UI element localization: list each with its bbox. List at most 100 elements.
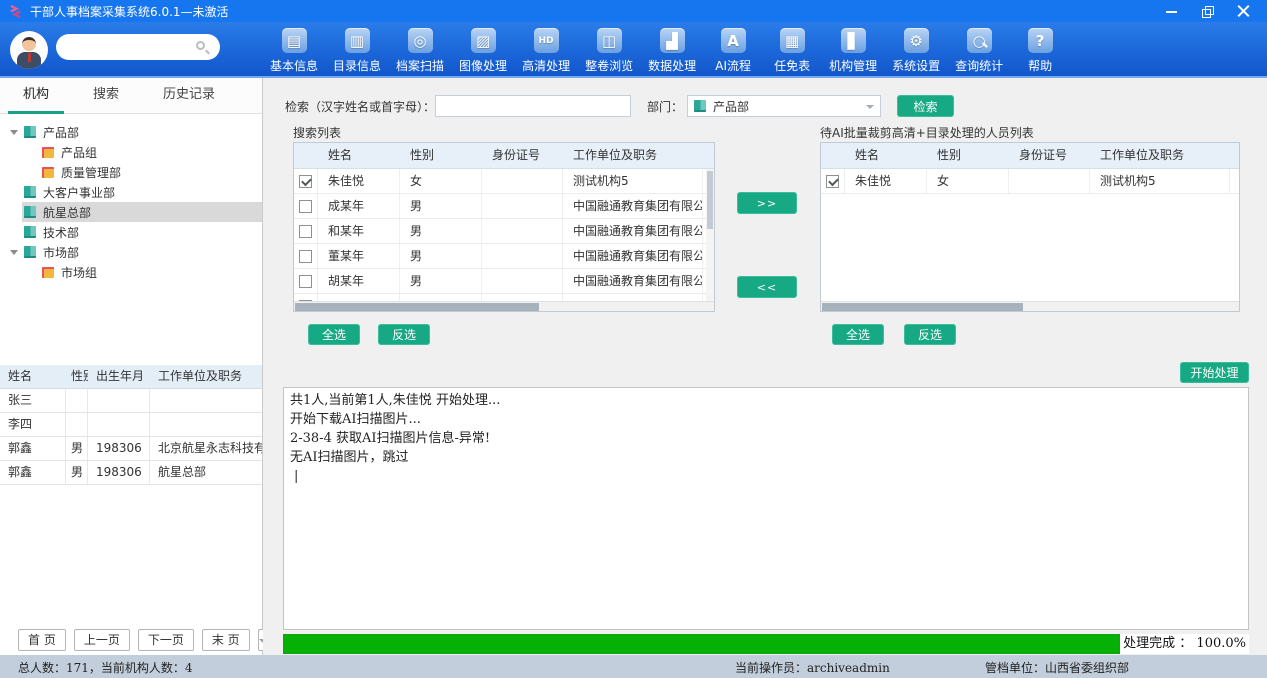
- table-header-row: 姓名 性别 身份证号 工作单位及职务 民族: [821, 143, 1240, 169]
- table-row[interactable]: 成某年 男 中国融通教育集团有限公司 汉族: [294, 194, 715, 219]
- toolbar-item-query-statistics[interactable]: ○ 查询统计: [953, 24, 1005, 78]
- left-select-all-button[interactable]: 全选: [308, 324, 360, 345]
- department-dropdown[interactable]: 产品部: [687, 95, 881, 117]
- log-output[interactable]: 共1人,当前第1人,朱佳悦 开始处理... 开始下载AI扫描图片... 2-38…: [283, 387, 1249, 630]
- col-birth: 出生年月: [88, 365, 150, 388]
- tab-history[interactable]: 历史记录: [148, 78, 230, 114]
- col-name: 姓名: [845, 143, 927, 168]
- right-invert-select-button[interactable]: 反选: [904, 324, 956, 345]
- tree-node[interactable]: 质量管理部: [0, 162, 262, 182]
- toolbar-item-org-management[interactable]: ▋ 机构管理: [827, 24, 879, 78]
- tree-node-selected[interactable]: 航星总部: [0, 202, 262, 222]
- close-button[interactable]: [1237, 5, 1251, 17]
- row-checkbox[interactable]: [826, 175, 839, 188]
- table-row[interactable]: 和某年 男 中国融通教育集团有限公司 汉族: [294, 219, 715, 244]
- app-window: 干部人事档案采集系统6.0.1—未激活 ▤ 基本信息 ▥ 目录信息 ◎: [0, 0, 1267, 678]
- horizontal-scrollbar[interactable]: [294, 301, 714, 311]
- prev-page-button[interactable]: 上一页: [74, 629, 130, 651]
- table-header-row: 姓名 性别 出生年月 工作单位及职务: [0, 365, 262, 389]
- caret-down-icon[interactable]: [8, 246, 20, 258]
- org-icon: [24, 186, 36, 198]
- building-icon: ▋: [841, 28, 866, 53]
- table-row[interactable]: 郭鑫 男 198306 航星总部: [0, 461, 262, 485]
- toolbar-item-help[interactable]: ? 帮助: [1016, 24, 1064, 78]
- name-search-input[interactable]: [435, 95, 631, 117]
- toolbar-item-appointment-table[interactable]: ▦ 任免表: [768, 24, 816, 78]
- caret-down-icon[interactable]: [8, 126, 20, 138]
- col-org: 工作单位及职务: [563, 143, 703, 168]
- avatar-tie-icon: [28, 53, 31, 62]
- row-checkbox[interactable]: [299, 275, 312, 288]
- vertical-scrollbar[interactable]: [706, 169, 714, 303]
- next-page-button[interactable]: 下一页: [138, 629, 194, 651]
- table-row[interactable]: 朱佳悦 女 测试机构5 汉族: [294, 169, 715, 194]
- scrollbar-thumb[interactable]: [822, 303, 1023, 311]
- tree-node[interactable]: 产品组: [0, 142, 262, 162]
- toolbar-item-image-processing[interactable]: ▨ 图像处理: [457, 24, 509, 78]
- toolbar-item-system-settings[interactable]: ⚙ 系统设置: [890, 24, 942, 78]
- toolbar-item-hd-processing[interactable]: HD 高清处理: [520, 24, 572, 78]
- row-checkbox[interactable]: [299, 200, 312, 213]
- col-id: 身份证号: [1009, 143, 1090, 168]
- right-select-all-button[interactable]: 全选: [832, 324, 884, 345]
- org-icon: [24, 246, 36, 258]
- tree-node[interactable]: 市场部: [0, 242, 262, 262]
- row-checkbox[interactable]: [299, 225, 312, 238]
- row-checkbox[interactable]: [299, 250, 312, 263]
- sidebar-tabs: 机构 搜索 历史记录: [0, 78, 262, 114]
- table-row[interactable]: 李四: [0, 413, 262, 437]
- tree-node[interactable]: 产品部: [0, 122, 262, 142]
- table-row[interactable]: 张三: [0, 389, 262, 413]
- user-avatar[interactable]: [10, 31, 48, 69]
- horizontal-scrollbar[interactable]: [821, 301, 1239, 311]
- table-row[interactable]: 胡某年 男 中国融通教育集团有限公司 汉族: [294, 269, 715, 294]
- window-controls: [1165, 5, 1259, 17]
- org-tree: 产品部 产品组 质量管理部 大客户事业部 航星总部: [0, 122, 262, 282]
- tab-search[interactable]: 搜索: [78, 78, 134, 114]
- help-icon: ?: [1028, 28, 1053, 53]
- status-operator: 当前操作员：archiveadmin: [735, 659, 890, 676]
- toolbar-item-archive-scan[interactable]: ◎ 档案扫描: [394, 24, 446, 78]
- first-page-button[interactable]: 首 页: [18, 629, 66, 651]
- table-header-row: 姓名 性别 身份证号 工作单位及职务 民族: [294, 143, 715, 169]
- dept-label: 部门：: [647, 98, 683, 115]
- toolbar-item-basic-info[interactable]: ▤ 基本信息: [268, 24, 320, 78]
- text-cursor: |: [290, 467, 1242, 486]
- tree-node[interactable]: 市场组: [0, 262, 262, 282]
- search-button[interactable]: 检索: [897, 95, 954, 117]
- table-row[interactable]: 董某年 男 中国融通教育集团有限公司 汉族: [294, 244, 715, 269]
- left-invert-select-button[interactable]: 反选: [378, 324, 430, 345]
- toolbar-item-volume-browse[interactable]: ◫ 整卷浏览: [583, 24, 635, 78]
- last-page-button[interactable]: 末 页: [202, 629, 250, 651]
- tree-node[interactable]: 技术部: [0, 222, 262, 242]
- table-row[interactable]: 朱佳悦 女 测试机构5 汉族: [821, 169, 1240, 194]
- org-icon: [694, 100, 706, 112]
- group-icon: [42, 147, 54, 158]
- left-list-title: 搜索列表: [293, 124, 341, 141]
- col-name: 姓名: [318, 143, 400, 168]
- scrollbar-thumb[interactable]: [295, 303, 539, 311]
- col-ethnic: 民族: [703, 143, 715, 168]
- move-right-button[interactable]: >>: [737, 192, 797, 214]
- id-card-icon: ▤: [282, 28, 307, 53]
- search-icon[interactable]: [196, 41, 205, 50]
- hd-icon: HD: [534, 28, 559, 53]
- restore-button[interactable]: [1201, 5, 1215, 17]
- tab-organization[interactable]: 机构: [8, 78, 64, 114]
- minimize-button[interactable]: [1165, 5, 1179, 17]
- scrollbar-thumb[interactable]: [707, 171, 713, 229]
- table-row[interactable]: 郭鑫 男 198306 北京航星永志科技有限公司: [0, 437, 262, 461]
- tree-node[interactable]: 大客户事业部: [0, 182, 262, 202]
- status-total-count: 总人数：171，当前机构人数：4: [18, 659, 193, 676]
- start-processing-button[interactable]: 开始处理: [1180, 362, 1249, 383]
- group-icon: [42, 167, 54, 178]
- toolbar-item-ai-flow[interactable]: A AI流程: [709, 24, 757, 78]
- org-icon: [24, 126, 36, 138]
- pagination: 首 页 上一页 下一页 末 页 1: [0, 629, 262, 651]
- toolbar-item-catalog-info[interactable]: ▥ 目录信息: [331, 24, 383, 78]
- move-left-button[interactable]: <<: [737, 276, 797, 298]
- row-checkbox[interactable]: [299, 175, 312, 188]
- toolbar-item-data-processing[interactable]: ▟ 数据处理: [646, 24, 698, 78]
- right-list-title: 待AI批量裁剪高清+目录处理的人员列表: [820, 124, 1034, 141]
- search-stats-icon: ○: [967, 28, 992, 53]
